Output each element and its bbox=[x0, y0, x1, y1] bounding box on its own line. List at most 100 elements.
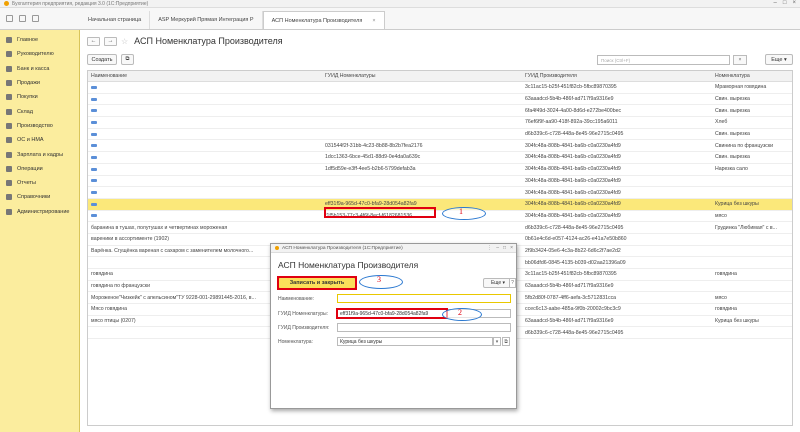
favorite-star-icon[interactable]: ☆ bbox=[121, 37, 128, 46]
cell-nomenclature: Свинина по французски bbox=[712, 140, 792, 151]
sidebar-item-salary[interactable]: Зарплата и кадры bbox=[0, 147, 79, 161]
cell-guid-nomenclature: 1dcc1363-6bce-45d1-88d9-0e4da0a639c bbox=[322, 152, 522, 163]
table-row[interactable]: eff31f9a-965d-47c0-bfa9-28d054a82fa9 304f… bbox=[88, 198, 792, 211]
tab-home[interactable]: Начальная страница bbox=[80, 11, 151, 29]
tab-mercury[interactable]: ASP Меркурий Прямая Интеграция Р bbox=[150, 11, 263, 29]
window-titlebar: Бухгалтерия предприятия, редакция 3.0 (1… bbox=[0, 0, 800, 8]
sidebar-item-assets[interactable]: ОС и НМА bbox=[0, 133, 79, 147]
table-row[interactable]: 1dcc1363-6bce-45d1-88d9-0e4da0a639c 304fc… bbox=[88, 152, 792, 164]
cell-nomenclature: Хлеб bbox=[712, 117, 792, 128]
cell-nomenclature: Свин. вырезка bbox=[712, 152, 792, 163]
annotation-oval-1 bbox=[442, 207, 486, 220]
favorites-icon[interactable] bbox=[32, 14, 39, 22]
close-tab-icon[interactable]: × bbox=[372, 18, 375, 24]
cell-guid-producer: 304fc48a-808b-4841-ba6b-c0a0230a4fd9 bbox=[522, 211, 712, 222]
cell-guid-producer: 76ef6f9f-aa90-418f-892a-39cc195a6011 bbox=[522, 117, 712, 128]
forward-button[interactable]: → bbox=[104, 36, 117, 46]
nomenclature-dropdown-button[interactable]: ▾ bbox=[493, 337, 501, 346]
sidebar-item-purchases[interactable]: Покупки bbox=[0, 90, 79, 104]
table-row[interactable]: 3c11ac15-b25f-451f82cb-5fbc89870395 Мрамо… bbox=[88, 82, 792, 94]
cell-name bbox=[88, 105, 322, 116]
row-item-icon bbox=[91, 132, 97, 136]
link-icon[interactable]: ⋮ bbox=[487, 245, 492, 251]
column-header-nomenclature[interactable]: Номенклатура bbox=[712, 71, 792, 81]
cell-guid-producer-text: 3c11ac15-b25f-451f82cb-5fbc89870395 bbox=[525, 84, 617, 91]
guid-producer-label: ГУИД Производителя: bbox=[278, 325, 330, 331]
table-row[interactable]: f1f5b153-77c3-4f6f-8ecf-f6182681536 304fc… bbox=[88, 211, 792, 223]
cell-nomenclature: мясо bbox=[712, 292, 792, 303]
table-row[interactable]: баранина в тушах, полутушах и четвертина… bbox=[88, 222, 792, 234]
cell-nomenclature-text: говядина bbox=[715, 271, 737, 278]
back-button[interactable]: ← bbox=[87, 36, 100, 46]
table-row[interactable]: 76ef6f9f-aa90-418f-892a-39cc195a6011 Хлеб bbox=[88, 117, 792, 129]
search-clear-button[interactable]: × bbox=[733, 55, 747, 65]
cell-guid-nomenclature bbox=[322, 129, 522, 140]
maximize-icon[interactable]: □ bbox=[503, 245, 506, 251]
cell-name bbox=[88, 152, 322, 163]
history-icon[interactable] bbox=[19, 14, 26, 22]
sidebar-item-operations[interactable]: Операции bbox=[0, 162, 79, 176]
tab-nomenclature[interactable]: АСП Номенклатура Производителя × bbox=[262, 11, 385, 29]
cell-guid-nomenclature-text: 031544f2f-31bb-4c23-8b88-8b2b7fea2176 bbox=[325, 142, 423, 149]
more-button[interactable]: Еще ▾ bbox=[765, 54, 793, 65]
column-header-guid-nomenclature[interactable]: ГУИД Номенклатуры bbox=[322, 71, 522, 81]
column-header-guid-producer[interactable]: ГУИД Производителя bbox=[522, 71, 712, 81]
search-input[interactable]: Поиск (Ctrl+F) bbox=[597, 55, 730, 65]
cell-nomenclature: Мраморная говядина bbox=[712, 82, 792, 93]
cell-nomenclature bbox=[712, 176, 792, 187]
minimize-icon[interactable]: – bbox=[774, 0, 777, 6]
maximize-icon[interactable]: □ bbox=[783, 0, 787, 6]
sidebar-item-bank[interactable]: Банк и касса bbox=[0, 62, 79, 76]
close-dialog-icon[interactable]: × bbox=[510, 245, 513, 251]
edit-dialog: АСП Номенклатура Производителя (1С:Предп… bbox=[270, 243, 517, 409]
sidebar-item-sales[interactable]: Продажи bbox=[0, 76, 79, 90]
cell-nomenclature: Грудинка "Любимая" с в... bbox=[712, 222, 792, 233]
sidebar-item-admin[interactable]: Администрирование bbox=[0, 205, 79, 219]
cell-guid-nomenclature: 1df5d59e-e3ff-4ee5-b2b6-5799defab3a bbox=[322, 164, 522, 175]
copy-button[interactable]: ⧉ bbox=[121, 54, 134, 65]
table-row[interactable]: 6fa4f49d-3024-4a00-8d6d-e272be400bec Свин… bbox=[88, 105, 792, 118]
window-controls: – □ × bbox=[774, 0, 796, 6]
open-link-icon: ⧉ bbox=[504, 338, 508, 345]
tab-label: ASP Меркурий Прямая Интеграция Р bbox=[158, 17, 254, 23]
search-placeholder: Поиск (Ctrl+F) bbox=[601, 57, 631, 63]
table-row[interactable]: 304fc48a-808b-4841-ba6b-c0a0230a4fd9 bbox=[88, 187, 792, 199]
table-row[interactable]: 031544f2f-31bb-4c23-8b88-8b2b7fea2176 304… bbox=[88, 140, 792, 153]
column-header-name[interactable]: Наименование bbox=[88, 71, 322, 81]
tabbar-icons bbox=[0, 7, 80, 29]
table-row[interactable]: 63aaadcd-5b4b-486f-ad717f9a9316e9 Свин. в… bbox=[88, 94, 792, 106]
cell-guid-producer-text: 0b61e4c6d-e057-4124-ac26-e41a7e50b860 bbox=[525, 236, 627, 243]
book-icon bbox=[6, 194, 12, 201]
cell-guid-producer-text: 2f9b3424-05e6-4c3a-8b22-6d6c2f7ae2d2 bbox=[525, 247, 621, 254]
minimize-icon[interactable]: – bbox=[496, 245, 499, 251]
sidebar-item-label: Зарплата и кадры bbox=[17, 151, 64, 158]
help-button[interactable]: ? bbox=[509, 278, 516, 288]
sidebar-item-reports[interactable]: Отчеты bbox=[0, 176, 79, 190]
name-field[interactable] bbox=[337, 294, 511, 303]
sidebar-item-warehouse[interactable]: Склад bbox=[0, 104, 79, 118]
cell-guid-nomenclature bbox=[322, 176, 522, 187]
close-window-icon[interactable]: × bbox=[792, 0, 796, 6]
annotation-oval-2 bbox=[442, 308, 482, 321]
cell-guid-producer-text: d6b339c6-c728-448a-8e45-96e2715c0495 bbox=[525, 131, 624, 138]
cell-nomenclature-text: мясо bbox=[715, 294, 727, 301]
cell-guid-nomenclature bbox=[322, 117, 522, 128]
cell-guid-producer: d6b339c6-c728-448a-8e45-96e2715c0495 bbox=[522, 327, 712, 338]
nomenclature-open-button[interactable]: ⧉ bbox=[502, 337, 510, 346]
table-row[interactable]: d6b339c6-c728-448a-8e45-96e2715c0495 Свин… bbox=[88, 129, 792, 141]
apps-grid-icon[interactable] bbox=[6, 14, 13, 22]
table-row[interactable]: 304fc48a-808b-4841-ba6b-c0a0230a4fd9 bbox=[88, 176, 792, 188]
guid-producer-field[interactable] bbox=[337, 323, 511, 332]
sidebar-item-manager[interactable]: Руководителю bbox=[0, 47, 79, 61]
cell-guid-producer-text: d6b339c6-c728-448a-8e45-96e2715c0495 bbox=[525, 329, 624, 336]
cell-nomenclature bbox=[712, 327, 792, 338]
nomenclature-field[interactable]: Курица без шкуры bbox=[337, 337, 493, 346]
sidebar-item-production[interactable]: Производство bbox=[0, 119, 79, 133]
row-item-icon bbox=[91, 120, 97, 124]
row-item-icon bbox=[91, 191, 97, 195]
create-button[interactable]: Создать bbox=[87, 54, 117, 65]
dialog-titlebar: АСП Номенклатура Производителя (1С:Предп… bbox=[271, 244, 516, 253]
sidebar-item-catalogs[interactable]: Справочники bbox=[0, 190, 79, 204]
sidebar-item-main[interactable]: Главное bbox=[0, 33, 79, 47]
table-row[interactable]: 1df5d59e-e3ff-4ee5-b2b6-5799defab3a 304fc… bbox=[88, 164, 792, 176]
